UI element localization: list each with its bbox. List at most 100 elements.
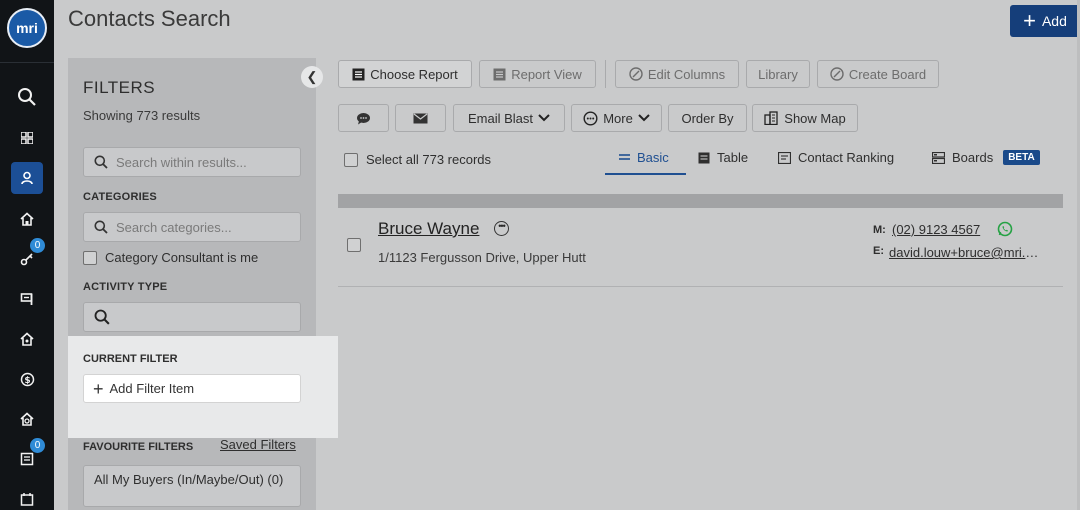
activity-type-heading: ACTIVITY TYPE [83, 281, 168, 293]
rail-sign-icon[interactable] [11, 283, 43, 315]
add-filter-item-button[interactable]: + Add Filter Item [83, 374, 301, 403]
report-icon [352, 68, 365, 80]
whatsapp-icon[interactable] [997, 221, 1013, 240]
rail-key-badge: 0 [29, 237, 46, 254]
tab-table[interactable]: Table [698, 150, 748, 165]
current-filter-heading: CURRENT FILTER [83, 353, 178, 365]
sms-button[interactable] [338, 104, 389, 132]
report-icon [493, 68, 506, 80]
tab-boards[interactable]: Boards BETA [932, 150, 1040, 165]
favourite-filter-item[interactable]: All My Buyers (In/Maybe/Out) (0) [83, 465, 301, 507]
tab-table-label: Table [717, 150, 749, 165]
results-header-bar [338, 194, 1063, 208]
tab-contact-ranking[interactable]: Contact Ranking [778, 150, 894, 165]
search-icon [94, 309, 110, 325]
rail-calendar-icon[interactable] [11, 483, 43, 510]
rail-key-icon[interactable]: 0 [11, 237, 46, 275]
collapse-filters-button[interactable]: ❮ [301, 66, 323, 88]
email-label: E: [873, 245, 884, 257]
plus-icon: + [1023, 8, 1036, 33]
results-list-area [338, 288, 1063, 510]
rail-grid-icon[interactable] [11, 122, 43, 154]
library-button[interactable]: Library [746, 60, 810, 88]
boards-icon [932, 151, 945, 164]
edit-icon [629, 67, 643, 81]
mobile-label: M: [873, 224, 886, 236]
category-consultant-checkbox-row[interactable]: Category Consultant is me [83, 250, 258, 265]
filters-title: FILTERS [83, 78, 156, 97]
rail-home-icon[interactable] [11, 203, 43, 235]
rail-person-icon[interactable] [11, 162, 43, 194]
saved-filters-link[interactable]: Saved Filters [220, 437, 296, 452]
report-view-label: Report View [511, 66, 582, 82]
email-blast-dropdown[interactable]: Email Blast [453, 104, 565, 132]
show-map-button[interactable]: Show Map [752, 104, 858, 132]
search-icon [94, 220, 108, 234]
svg-text:$: $ [24, 375, 30, 385]
add-button-label: Add [1041, 13, 1067, 29]
category-consultant-checkbox[interactable] [83, 250, 97, 265]
logo-text: mri [16, 20, 38, 36]
table-icon [698, 152, 710, 163]
edit-icon [830, 67, 844, 81]
contact-select-checkbox[interactable] [347, 238, 361, 252]
search-icon [94, 155, 108, 169]
search-within-results-placeholder: Search within results... [116, 154, 247, 170]
more-dots-icon [583, 110, 598, 126]
library-label: Library [758, 66, 798, 82]
buildings-icon [764, 111, 778, 125]
toolbar-divider [605, 60, 606, 88]
edit-columns-label: Edit Columns [647, 66, 726, 82]
select-all-row[interactable]: Select all 773 records [344, 152, 491, 167]
rail-list-icon[interactable]: 0 [11, 437, 46, 475]
rail-divider [0, 62, 54, 63]
select-all-checkbox[interactable] [344, 152, 358, 167]
tab-contact-ranking-label: Contact Ranking [798, 150, 895, 165]
choose-report-label: Choose Report [370, 66, 458, 82]
search-within-results-input[interactable]: Search within results... [83, 147, 301, 177]
chevron-left-icon: ❮ [306, 69, 318, 84]
more-dropdown[interactable]: More [571, 104, 662, 132]
categories-heading: CATEGORIES [83, 191, 157, 203]
more-label: More [603, 110, 633, 126]
activity-type-input[interactable] [83, 302, 301, 332]
page-title: Contacts Search [68, 6, 231, 31]
show-map-label: Show Map [784, 110, 846, 126]
edit-columns-button[interactable]: Edit Columns [615, 60, 739, 88]
tab-boards-label: Boards [952, 150, 994, 165]
create-board-label: Create Board [848, 66, 927, 82]
favourite-filters-heading: FAVOURITE FILTERS [83, 441, 194, 453]
search-categories-input[interactable]: Search categories... [83, 212, 301, 242]
results-count: Showing 773 results [83, 108, 201, 123]
mri-logo[interactable]: mri [7, 8, 47, 48]
lines-icon [619, 154, 630, 160]
tab-basic[interactable]: Basic [619, 150, 669, 165]
contact-phone-link[interactable]: (02) 9123 4567 [892, 222, 980, 237]
beta-badge: BETA [1003, 150, 1040, 165]
ranking-icon [778, 151, 791, 164]
choose-report-button[interactable]: Choose Report [338, 60, 472, 88]
order-by-label: Order By [681, 110, 734, 126]
rail-house-icon[interactable] [11, 323, 43, 355]
order-by-button[interactable]: Order By [668, 104, 747, 132]
report-view-button[interactable]: Report View [479, 60, 596, 88]
email-blast-label: Email Blast [467, 110, 534, 126]
active-tab-indicator [605, 173, 686, 175]
email-button[interactable] [395, 104, 446, 132]
add-button[interactable]: + Add [1010, 5, 1080, 37]
contact-email-link[interactable]: david.louw+bruce@mri.com [889, 245, 1041, 260]
rail-house-settings-icon[interactable] [11, 403, 43, 435]
contact-address: 1/1123 Fergusson Drive, Upper Hutt [378, 250, 586, 265]
tab-basic-label: Basic [637, 150, 669, 165]
chevron-down-icon [638, 114, 650, 122]
plus-icon: + [93, 378, 104, 399]
create-board-button[interactable]: Create Board [817, 60, 939, 88]
contact-more-icon[interactable]: ••• [494, 221, 509, 236]
rail-list-badge: 0 [29, 437, 46, 454]
rail-search-icon[interactable] [11, 81, 43, 113]
contact-name-link[interactable]: Bruce Wayne [378, 219, 479, 239]
select-all-label: Select all 773 records [366, 152, 492, 167]
category-consultant-label: Category Consultant is me [105, 250, 259, 265]
rail-dollar-icon[interactable]: $ [11, 363, 43, 395]
search-categories-placeholder: Search categories... [116, 219, 232, 235]
